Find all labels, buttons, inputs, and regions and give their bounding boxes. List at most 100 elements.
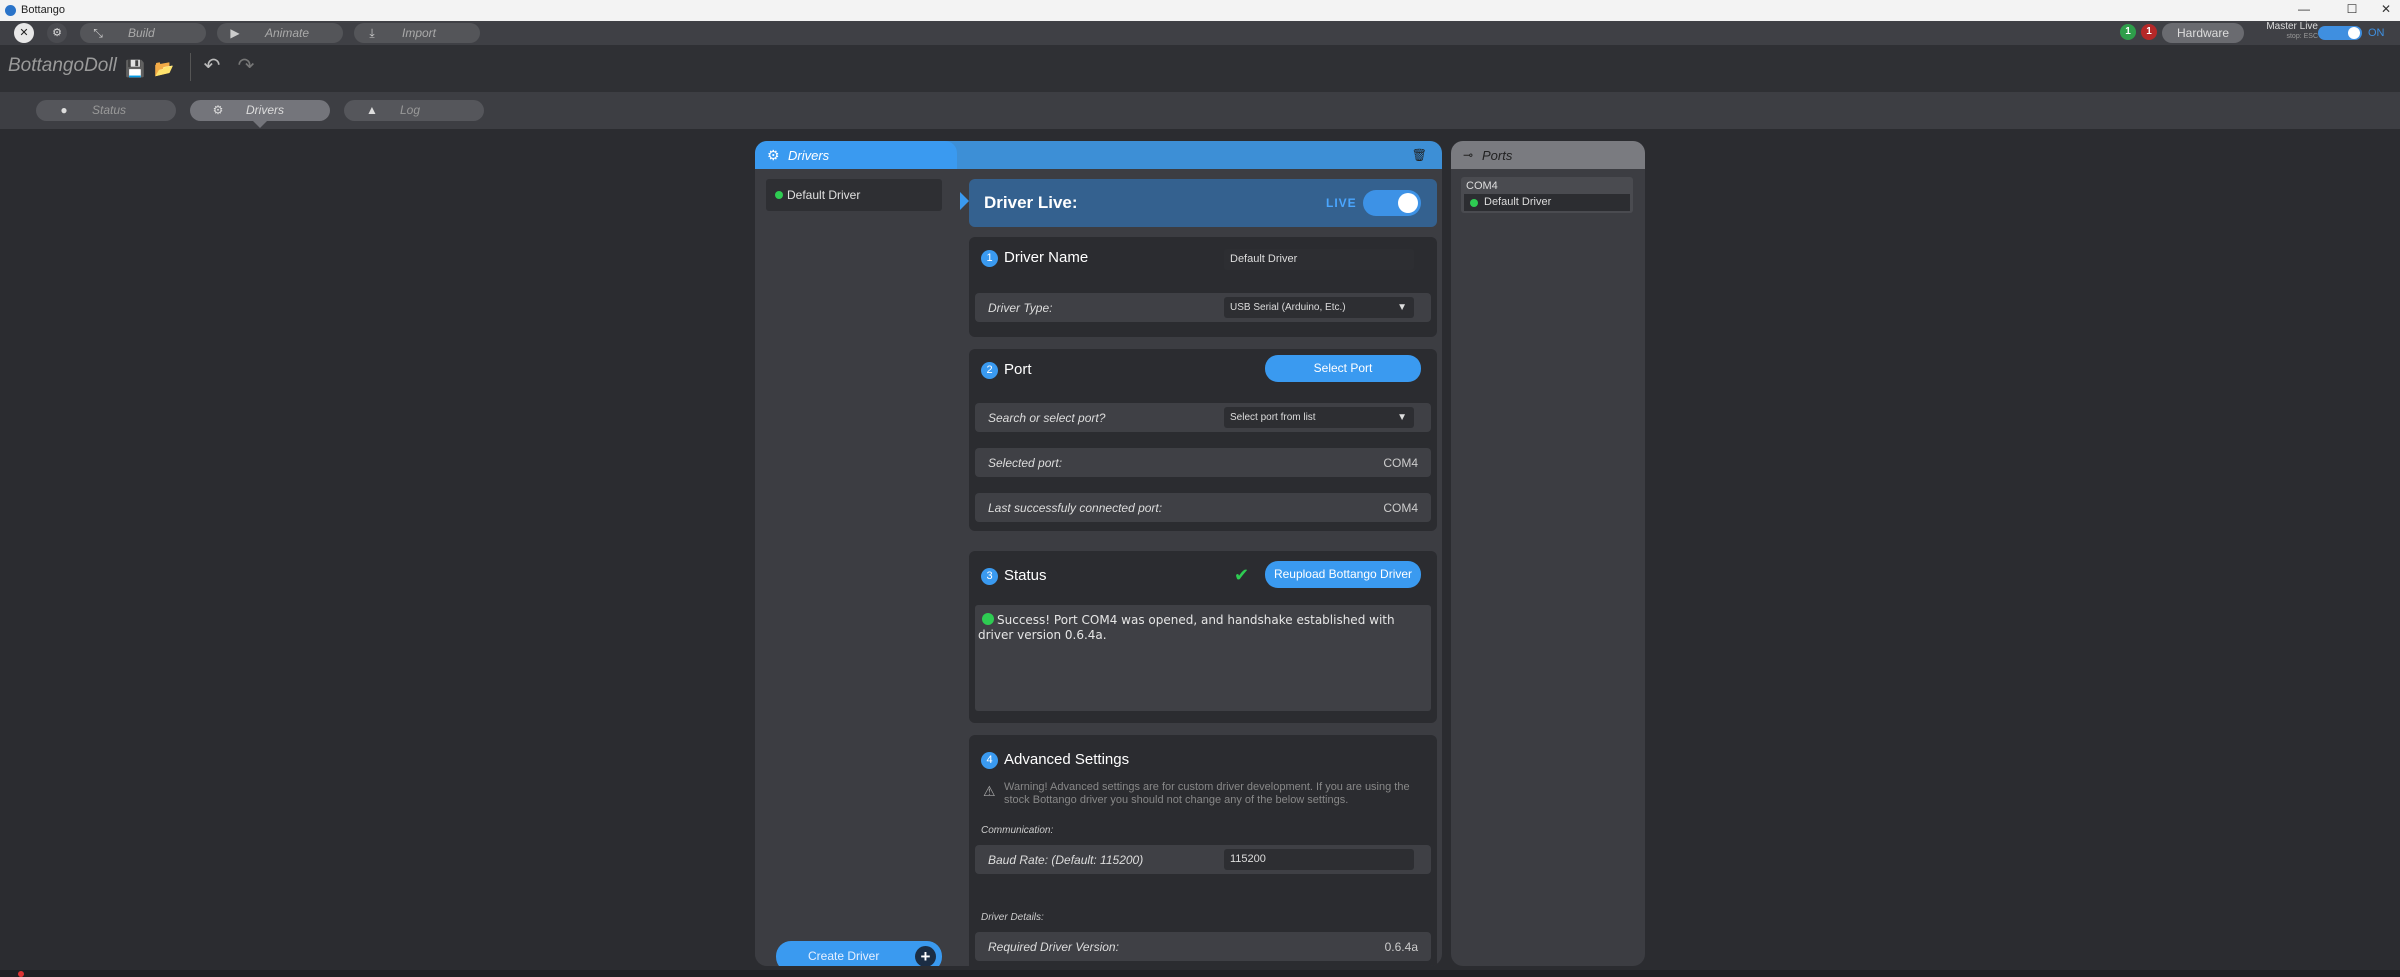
status-message: Success! Port COM4 was opened, and hands…: [978, 613, 1395, 642]
baud-rate-input[interactable]: 115200: [1224, 849, 1414, 870]
warning-text: Warning! Advanced settings are for custo…: [1004, 781, 1410, 806]
import-icon: ⤓: [369, 26, 375, 40]
chevron-down-icon: ▼: [1397, 412, 1407, 423]
minimize-button[interactable]: —: [2290, 2, 2318, 19]
window-title: Bottango: [21, 4, 66, 16]
status-dot: [775, 191, 783, 199]
mode-tab-build[interactable]: ⤡ Build: [80, 23, 206, 43]
section-tabs: ● Status ⚙ Drivers ▲ Log: [0, 92, 2400, 129]
reupload-driver-button[interactable]: Reupload Bottango Driver: [1265, 561, 1421, 588]
required-version-row: Required Driver Version: 0.6.4a: [975, 932, 1431, 961]
redo-icon[interactable]: ↷: [235, 53, 257, 77]
section-title: Driver Name: [1004, 249, 1089, 266]
section-heading: 2 Port: [981, 361, 1032, 379]
mode-tab-label: Animate: [265, 26, 310, 40]
last-port-value: COM4: [1383, 501, 1418, 515]
tab-status[interactable]: ● Status: [36, 100, 176, 121]
selected-port-value: COM4: [1383, 456, 1418, 470]
gear-icon: ⚙: [212, 103, 224, 117]
master-live-toggle[interactable]: [2318, 26, 2362, 40]
driver-list: Default Driver Create Driver +: [755, 169, 957, 966]
notification-dot: [18, 971, 24, 977]
project-name[interactable]: BottangoDoll: [8, 55, 117, 77]
selected-port-label: Selected port:: [988, 456, 1063, 470]
port-select[interactable]: Select port from list ▼: [1224, 407, 1414, 428]
project-bar: BottangoDoll 💾 📂 ↶ ↷: [0, 45, 2400, 92]
section-title: Status: [1004, 567, 1047, 584]
section-heading: 1 Driver Name: [981, 249, 1088, 267]
close-window-button[interactable]: ✕: [2372, 2, 2400, 19]
port-group: COM4 Default Driver: [1461, 177, 1633, 213]
mode-tab-animate[interactable]: ▶ Animate: [217, 23, 343, 43]
section-number: 1: [981, 250, 998, 267]
section-title: Advanced Settings: [1004, 751, 1130, 768]
section-heading: 4 Advanced Settings: [981, 751, 1129, 769]
check-icon: ✔: [1234, 565, 1250, 585]
settings-button[interactable]: ⚙: [47, 23, 67, 43]
port-driver-item[interactable]: Default Driver: [1464, 194, 1630, 211]
driver-type-row: Driver Type: USB Serial (Arduino, Etc.) …: [975, 293, 1431, 322]
section-number: 2: [981, 362, 998, 379]
toggle-knob: [1398, 193, 1418, 213]
drivers-header-tab: ⚙ Drivers: [755, 141, 957, 169]
tab-drivers[interactable]: ⚙ Drivers: [190, 100, 330, 121]
build-icon: ⤡: [93, 26, 103, 40]
warning-icon: ▲: [366, 103, 378, 117]
driver-detail: Driver Live: LIVE 1 Driver Name Default D…: [960, 169, 1442, 966]
driver-name-section: 1 Driver Name Default Driver Driver Type:…: [969, 237, 1437, 337]
tab-label: Log: [400, 103, 421, 117]
status-dot: [982, 613, 994, 625]
driver-type-select[interactable]: USB Serial (Arduino, Etc.) ▼: [1224, 297, 1414, 318]
close-icon: ✕: [19, 27, 29, 39]
tab-log[interactable]: ▲ Log: [344, 100, 484, 121]
tab-label: Drivers: [246, 103, 284, 117]
master-live-hint: stop: ESC: [2286, 33, 2318, 40]
driver-details-heading: Driver Details:: [981, 912, 1044, 923]
hardware-button[interactable]: Hardware: [2162, 23, 2244, 43]
section-number: 4: [981, 752, 998, 769]
port-name: COM4: [1466, 180, 1498, 192]
driver-list-item[interactable]: Default Driver: [766, 179, 942, 211]
warning-icon: ⚠: [983, 783, 996, 799]
baud-rate-row: Baud Rate: (Default: 115200) 115200: [975, 845, 1431, 874]
baud-rate-label: Baud Rate: (Default: 115200): [988, 853, 1144, 867]
undo-icon[interactable]: ↶: [201, 53, 223, 77]
master-live-state: ON: [2368, 27, 2385, 39]
plus-icon: +: [915, 946, 936, 966]
required-version-value: 0.6.4a: [1384, 940, 1418, 954]
open-folder-icon[interactable]: 📂: [153, 59, 175, 79]
mode-tab-import[interactable]: ⤓ Import: [354, 23, 480, 43]
communication-heading: Communication:: [981, 825, 1054, 836]
section-heading: 3 Status: [981, 567, 1047, 585]
maximize-button[interactable]: ☐: [2338, 2, 2366, 19]
create-driver-button[interactable]: Create Driver +: [776, 941, 942, 966]
select-port-button[interactable]: Select Port: [1265, 355, 1421, 382]
ok-count-badge[interactable]: 1: [2120, 24, 2136, 40]
status-message-box: Success! Port COM4 was opened, and hands…: [975, 605, 1431, 711]
driver-live-toggle[interactable]: [1363, 190, 1421, 216]
toolbar-divider: [190, 53, 191, 81]
master-live-title: Master Live: [2266, 21, 2318, 32]
status-icon: ●: [60, 103, 68, 117]
last-port-label: Last successfuly connected port:: [988, 501, 1163, 515]
error-count-badge[interactable]: 1: [2141, 24, 2157, 40]
driver-name-input[interactable]: Default Driver: [1224, 249, 1414, 270]
status-dot: [1470, 199, 1478, 207]
bottom-strip: [0, 970, 2400, 977]
required-version-label: Required Driver Version:: [988, 940, 1119, 954]
port-driver-label: Default Driver: [1484, 196, 1552, 208]
save-icon[interactable]: 💾: [124, 59, 146, 79]
advanced-warning: ⚠ Warning! Advanced settings are for cus…: [981, 781, 1421, 807]
gear-icon: ⚙: [767, 147, 780, 163]
trash-icon[interactable]: 🗑: [1412, 148, 1427, 162]
plug-icon: ⊸: [1463, 148, 1474, 162]
active-tab-pointer: [253, 121, 267, 128]
close-project-button[interactable]: ✕: [14, 23, 34, 43]
ports-title: Ports: [1482, 148, 1513, 163]
mode-tab-label: Build: [128, 26, 155, 40]
ports-header: ⊸ Ports: [1451, 141, 1645, 169]
drivers-header: ⚙ Drivers 🗑: [755, 141, 1442, 169]
create-driver-label: Create Driver: [808, 949, 880, 963]
status-section: 3 Status ✔ Reupload Bottango Driver Succe…: [969, 551, 1437, 723]
window-title-bar: Bottango — ☐ ✕: [0, 0, 2400, 21]
